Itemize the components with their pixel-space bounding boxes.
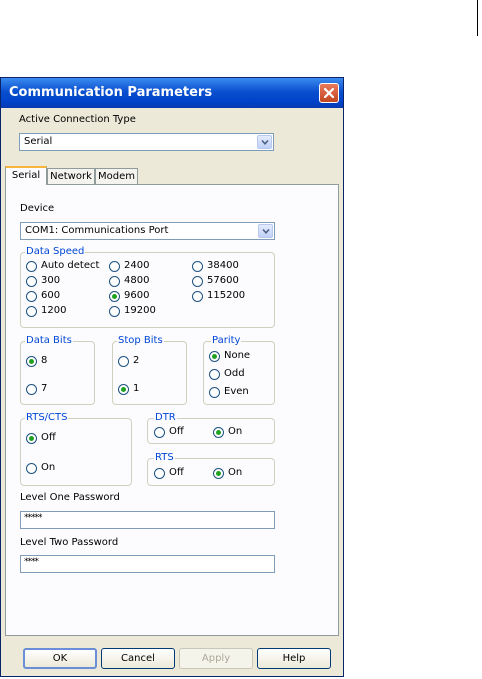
radio-stop-bits-1[interactable] (118, 384, 129, 395)
dtr-on-label: On (228, 426, 243, 437)
connection-type-dropdown-button[interactable] (257, 135, 272, 149)
rts-off-label: Off (169, 467, 184, 478)
connection-type-select[interactable]: Serial (19, 133, 274, 151)
level-two-password-input[interactable]: **** (20, 555, 275, 573)
apply-button[interactable]: Apply (179, 648, 253, 669)
level-one-password-value: ***** (24, 513, 42, 523)
parity-odd-label: Odd (224, 368, 245, 379)
device-value: COM1: Communications Port (25, 225, 169, 236)
close-button[interactable] (319, 83, 339, 103)
stop-bits-legend: Stop Bits (117, 335, 164, 346)
radio-rts-cts-on[interactable] (26, 463, 37, 474)
radio-speed-19200[interactable] (109, 306, 120, 317)
radio-rts-cts-off[interactable] (26, 433, 37, 444)
radio-speed-38400[interactable] (192, 261, 203, 272)
level-two-password-label: Level Two Password (20, 537, 119, 548)
rts-on-label: On (228, 467, 243, 478)
radio-speed-57600[interactable] (192, 276, 203, 287)
radio-speed-9600[interactable] (109, 291, 120, 302)
tab-modem[interactable]: Modem (95, 168, 138, 185)
radio-parity-none[interactable] (209, 351, 220, 362)
speed-4800-label: 4800 (124, 275, 150, 286)
radio-rts-off[interactable] (154, 468, 165, 479)
speed-19200-label: 19200 (124, 305, 156, 316)
radio-data-bits-7[interactable] (26, 384, 37, 395)
radio-speed-1200[interactable] (26, 306, 37, 317)
speed-600-label: 600 (41, 290, 61, 301)
tab-network[interactable]: Network (47, 168, 95, 185)
title-bar[interactable]: Communication Parameters (1, 78, 343, 108)
speed-57600-label: 57600 (207, 275, 239, 286)
radio-stop-bits-2[interactable] (118, 356, 129, 367)
radio-speed-600[interactable] (26, 291, 37, 302)
dtr-off-label: Off (169, 426, 184, 437)
rts-cts-off-label: Off (41, 432, 56, 443)
level-two-password-value: **** (24, 557, 39, 567)
level-one-password-label: Level One Password (20, 492, 120, 503)
radio-speed-300[interactable] (26, 276, 37, 287)
speed-9600-label: 9600 (124, 290, 150, 301)
radio-parity-odd[interactable] (209, 369, 220, 380)
data-bits-8-label: 8 (41, 355, 48, 366)
data-speed-legend: Data Speed (25, 246, 86, 257)
speed-300-label: 300 (41, 275, 61, 286)
cancel-button[interactable]: Cancel (101, 648, 175, 669)
data-bits-legend: Data Bits (25, 335, 73, 346)
radio-data-bits-8[interactable] (26, 356, 37, 367)
chevron-down-icon (261, 139, 269, 145)
device-dropdown-button[interactable] (258, 224, 273, 238)
speed-38400-label: 38400 (207, 260, 239, 271)
rts-cts-on-label: On (41, 462, 56, 473)
speed-auto-detect-label: Auto detect (41, 260, 100, 271)
radio-speed-4800[interactable] (109, 276, 120, 287)
connection-type-value: Serial (24, 136, 53, 147)
rts-legend: RTS (154, 452, 175, 463)
close-icon (323, 87, 335, 99)
communication-parameters-dialog: Communication Parameters Active Connecti… (0, 77, 344, 677)
radio-speed-2400[interactable] (109, 261, 120, 272)
rts-cts-group (20, 418, 132, 486)
rts-cts-legend: RTS/CTS (25, 412, 69, 423)
speed-2400-label: 2400 (124, 260, 150, 271)
radio-rts-on[interactable] (213, 468, 224, 479)
stop-bits-1-label: 1 (133, 383, 140, 394)
parity-none-label: None (224, 350, 251, 361)
data-bits-group (20, 341, 95, 405)
level-one-password-input[interactable]: ***** (20, 511, 275, 529)
speed-1200-label: 1200 (41, 305, 67, 316)
device-select[interactable]: COM1: Communications Port (20, 222, 275, 240)
data-bits-7-label: 7 (41, 383, 48, 394)
serial-tab-panel: Device COM1: Communications Port Data Sp… (5, 184, 339, 636)
parity-legend: Parity (211, 335, 242, 346)
tab-serial[interactable]: Serial (5, 166, 47, 185)
radio-speed-115200[interactable] (192, 291, 203, 302)
parity-even-label: Even (224, 386, 249, 397)
chevron-down-icon (262, 228, 270, 234)
dialog-title: Communication Parameters (9, 85, 213, 100)
device-label: Device (20, 203, 55, 214)
dtr-legend: DTR (154, 412, 177, 423)
page-edge-mark (477, 0, 478, 36)
radio-dtr-on[interactable] (213, 427, 224, 438)
radio-speed-auto-detect[interactable] (26, 261, 37, 272)
help-button[interactable]: Help (257, 648, 331, 669)
radio-dtr-off[interactable] (154, 427, 165, 438)
connection-type-label: Active Connection Type (19, 114, 136, 125)
radio-parity-even[interactable] (209, 387, 220, 398)
stop-bits-2-label: 2 (133, 355, 140, 366)
speed-115200-label: 115200 (207, 290, 246, 301)
stop-bits-group (112, 341, 187, 405)
ok-button[interactable]: OK (23, 648, 97, 669)
